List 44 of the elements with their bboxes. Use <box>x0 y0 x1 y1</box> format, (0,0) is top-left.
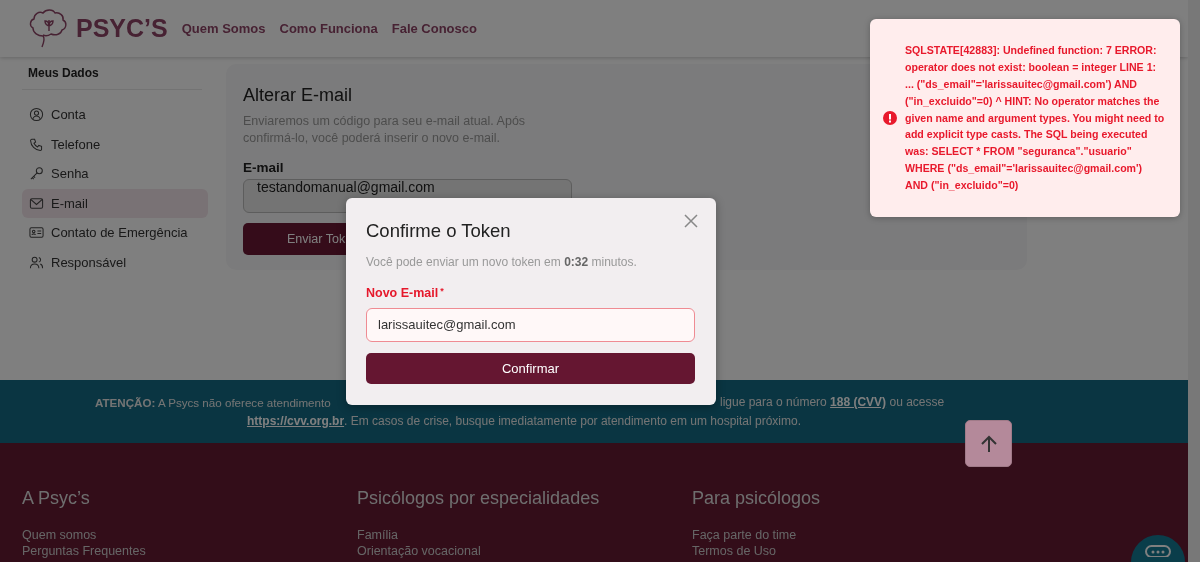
nav-link[interactable]: Como Funciona <box>279 21 378 36</box>
footer-link[interactable]: Perguntas Frequentes <box>22 543 357 559</box>
footer-link[interactable]: Orientação vocacional <box>357 543 692 559</box>
footer-heading: Para psicólogos <box>692 488 822 509</box>
footer-link[interactable]: Quem somos <box>22 527 357 543</box>
nav-link[interactable]: Quem Somos <box>181 21 266 36</box>
field-label: E-mail <box>243 160 284 175</box>
error-icon <box>883 111 897 125</box>
id-card-icon <box>29 225 44 241</box>
sidebar-item[interactable]: Conta <box>22 100 208 130</box>
sidebar-item[interactable]: Contato de Emergência <box>22 218 208 248</box>
token-note: Você pode enviar um novo token em 0:32 minutos. <box>366 255 638 269</box>
footer-link[interactable]: Faça parte do time <box>692 527 1027 543</box>
attention-text: ligue para o número 188 (CVV) ou acesse <box>720 394 945 411</box>
footer-heading: A Psyc’s <box>22 488 91 509</box>
nav-link[interactable]: Fale Conosco <box>391 21 477 36</box>
card-title: Alterar E-mail <box>243 85 353 106</box>
modal-title: Confirme o Token <box>366 220 512 242</box>
field-label: Novo E-mail * <box>366 286 444 300</box>
new-email-field[interactable]: larissauitec@gmail.com <box>366 308 695 342</box>
attention-text: https://cvv.org.br. Em casos de crise, busque imediatamente por atendimento em um hospital próximo. <box>247 414 801 428</box>
phone-icon <box>29 136 44 152</box>
envelope-icon <box>29 195 44 211</box>
footer-link[interactable]: Termos de Uso <box>692 543 1027 559</box>
logo-text[interactable]: PSYC’S <box>76 14 168 43</box>
sidebar-item[interactable]: Responsável <box>22 247 208 277</box>
scrollbar[interactable] <box>1188 0 1200 562</box>
scroll-top-button[interactable] <box>965 420 1012 467</box>
user-circle-icon <box>29 107 44 123</box>
key-icon <box>29 166 44 182</box>
close-icon[interactable] <box>683 213 699 229</box>
chat-bubble-icon <box>1145 545 1171 557</box>
confirm-button[interactable]: Confirmar <box>366 353 695 384</box>
sidebar-item[interactable]: E-mail <box>22 188 208 218</box>
error-message: SQLSTATE[42883]: Undefined function: 7 ERROR: operator does not exist: boolean = integer LINE 1: ... ("ds_email"='larissauitec@gmail.com') AND ("in_excluido"=0) ^ HINT: No operator matches the given name and argument types. You might need to add explicit type casts. The SQL being executed was: SELECT * FROM "seguranca"."usuario" WHERE ("ds_email"='larissauitec@gmail.com') AND ("in_excluido"=0) <box>905 42 1166 194</box>
footer-link[interactable]: Família <box>357 527 692 543</box>
sidebar-item[interactable]: Telefone <box>22 129 208 159</box>
users-icon <box>29 254 44 270</box>
sidebar-item[interactable]: Senha <box>22 159 208 189</box>
sidebar-title: Meus Dados <box>22 64 202 90</box>
site-link[interactable]: https://cvv.org.br <box>247 414 345 428</box>
attention-text: ATENÇÃO: A Psycs não oferece atendimento <box>95 395 332 411</box>
footer-heading: Psicólogos por especialidades <box>357 488 601 509</box>
phone-link[interactable]: 188 (CVV) <box>830 395 887 409</box>
